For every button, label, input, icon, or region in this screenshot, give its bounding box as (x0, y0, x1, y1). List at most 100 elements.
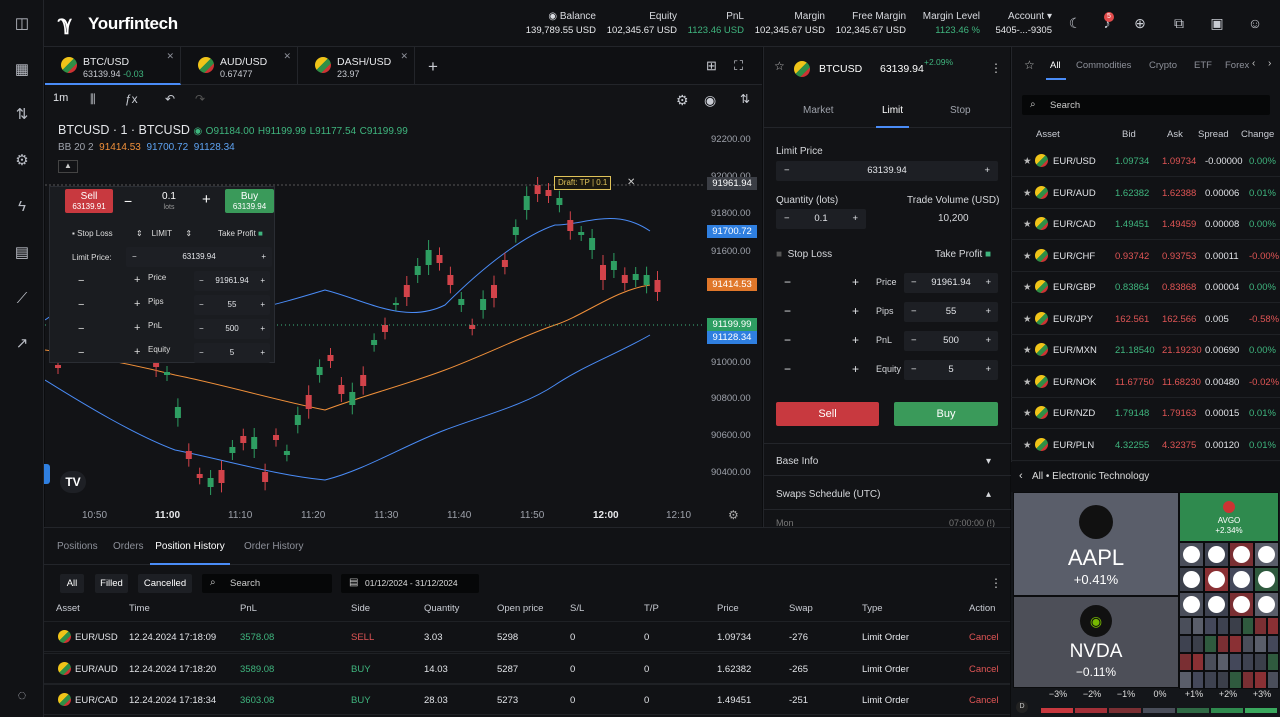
stop-loss-toggle[interactable]: ■ Stop Loss (776, 249, 832, 260)
theme-moon-icon[interactable]: ☾ (1066, 14, 1084, 32)
heat-tile[interactable] (1254, 542, 1279, 567)
user-icon[interactable]: ☺ (1246, 14, 1264, 32)
draft-tp-label[interactable]: Draft: TP | 0.1 (554, 176, 612, 190)
take-profit-toggle[interactable]: Take Profit ■ (935, 249, 991, 260)
sort-icon[interactable]: ⇅ (740, 92, 750, 106)
favorite-star-icon[interactable]: ☆ (774, 59, 785, 73)
col-change[interactable]: Change (1241, 129, 1274, 140)
tab-market[interactable]: Market (803, 105, 834, 116)
sl-increase-button[interactable]: + (134, 274, 140, 286)
candles-icon[interactable]: ⫼ (90, 92, 96, 107)
star-icon[interactable]: ★ (1023, 345, 1032, 356)
history-row[interactable]: EUR/AUD 12.24.2024 17:18:20 3589.08 BUY 14.0… (44, 652, 1010, 684)
tp-row-input[interactable]: −5 + (904, 360, 998, 380)
close-icon[interactable]: ✕ (400, 51, 408, 62)
watchlist-row[interactable]: ★ EUR/NOK 11.67750 11.68230 0.00480 -0.02% (1011, 367, 1280, 398)
sl-decrease-button[interactable]: − (78, 323, 84, 335)
heat-tile-small[interactable] (1266, 635, 1279, 653)
watchlist-row[interactable]: ★ EUR/NZD 1.79148 1.79163 0.00015 0.01% (1011, 398, 1280, 429)
quantity-input[interactable]: −0.1 + (776, 209, 866, 229)
star-icon[interactable]: ★ (1023, 156, 1032, 167)
flash-icon[interactable]: ϟ (11, 196, 33, 218)
heat-tile-small[interactable] (1179, 635, 1192, 653)
star-icon[interactable]: ★ (1023, 377, 1032, 388)
limit-price-input[interactable]: −63139.94 + (776, 161, 998, 181)
heat-tile[interactable] (1229, 592, 1254, 617)
heat-tile-small[interactable] (1254, 671, 1267, 689)
heat-tile-small[interactable] (1204, 653, 1217, 671)
account-selector[interactable]: Account ▾ 5405-...-9305 (988, 11, 1052, 36)
heat-tile-small[interactable] (1241, 653, 1254, 671)
heat-tile[interactable] (1179, 592, 1204, 617)
redo-icon[interactable]: ↷ (195, 92, 205, 106)
tp-row-input[interactable]: −55 + (904, 302, 998, 322)
tab-aud-usd[interactable]: AUD/USD 0.67477 ✕ (182, 47, 298, 85)
indicators-icon[interactable]: ƒx (125, 92, 138, 106)
cancel-button[interactable]: Cancel (969, 664, 999, 675)
star-icon[interactable]: ★ (1023, 408, 1032, 419)
heat-tile-small[interactable] (1266, 671, 1279, 689)
heat-tile-small[interactable] (1241, 617, 1254, 635)
tp-row-input[interactable]: −500 + (194, 319, 270, 339)
heat-tile-small[interactable] (1191, 653, 1204, 671)
filter-all[interactable]: All (60, 574, 84, 593)
take-profit-toggle[interactable]: Take Profit ■ (218, 229, 263, 238)
fullscreen-icon[interactable]: ⛶ (734, 58, 743, 74)
sl-increase-button[interactable]: + (852, 362, 859, 376)
col-header[interactable]: Price (717, 603, 739, 614)
tp-row-input[interactable]: −500 + (904, 331, 998, 351)
heat-tile[interactable] (1179, 542, 1204, 567)
col-header[interactable]: Asset (56, 603, 80, 614)
chart-settings-icon[interactable]: ⚙ (728, 508, 739, 522)
camera-icon[interactable]: ◉ (704, 92, 716, 109)
tab-etf[interactable]: ETF (1194, 60, 1212, 71)
sl-increase-button[interactable]: + (852, 275, 859, 289)
col-header[interactable]: PnL (240, 603, 257, 614)
more-menu-icon[interactable]: ⋮ (990, 61, 1002, 75)
star-icon[interactable]: ★ (1023, 219, 1032, 230)
col-header[interactable]: T/P (644, 603, 659, 614)
watchlist-row[interactable]: ★ EUR/AUD 1.62382 1.62388 0.00006 0.01% (1011, 178, 1280, 209)
tabs-next-icon[interactable]: › (1268, 58, 1271, 69)
tp-row-input[interactable]: −55 + (194, 295, 270, 315)
buy-button[interactable]: Buy 63139.94 (225, 189, 274, 213)
layout-icon[interactable]: ⊞ (706, 58, 717, 74)
heat-tile[interactable] (1229, 567, 1254, 592)
back-icon[interactable]: ‹ (1019, 470, 1023, 482)
heat-tile-small[interactable] (1229, 671, 1242, 689)
heat-tile[interactable] (1204, 567, 1229, 592)
tab-limit[interactable]: Limit (876, 94, 909, 128)
watchlist-row[interactable]: ★ EUR/USD 1.09734 1.09734 -0.00000 0.00% (1011, 146, 1280, 177)
heat-tile[interactable] (1229, 542, 1254, 567)
watchlist-row[interactable]: ★ EUR/CHF 0.93742 0.93753 0.00011 -0.00% (1011, 241, 1280, 272)
watchlist-row[interactable]: ★ EUR/PLN 4.32255 4.32375 0.00120 0.01% (1011, 430, 1280, 461)
history-search-input[interactable]: ⌕ Search (202, 574, 332, 593)
interval-selector[interactable]: 1m (53, 92, 68, 104)
sell-button[interactable]: Sell (776, 402, 879, 426)
star-icon[interactable]: ★ (1023, 440, 1032, 451)
tab-all[interactable]: All (1050, 60, 1061, 71)
heat-tile-small[interactable] (1254, 617, 1267, 635)
qty-value[interactable]: 0.1 (158, 191, 180, 202)
filter-cancelled[interactable]: Cancelled (138, 574, 192, 593)
col-header[interactable]: Open price (497, 603, 543, 614)
tabs-prev-icon[interactable]: ‹ (1252, 58, 1255, 69)
wallet-icon[interactable]: ▣ (1208, 14, 1226, 32)
close-draft-icon[interactable]: ✕ (627, 177, 635, 188)
heat-tile-nvda[interactable]: ◉ NVDA −0.11% (1013, 596, 1179, 688)
globe-icon[interactable]: ⊕ (1131, 14, 1149, 32)
heat-tile-small[interactable] (1216, 671, 1229, 689)
heat-tile[interactable] (1254, 592, 1279, 617)
calendar-icon[interactable]: ▤ (11, 242, 33, 264)
chart-line-icon[interactable]: ⟋ (11, 288, 33, 310)
add-tab-button[interactable]: + (428, 57, 438, 77)
heat-tile[interactable] (1204, 542, 1229, 567)
watchlist-search-input[interactable]: ⌕ Search (1022, 95, 1270, 115)
base-info-section[interactable]: Base Info ▾ (764, 443, 1011, 476)
cancel-button[interactable]: Cancel (969, 695, 999, 706)
heat-tile-small[interactable] (1229, 653, 1242, 671)
heat-tile[interactable] (1254, 567, 1279, 592)
side-handle[interactable] (44, 464, 50, 484)
heat-tile-aapl[interactable]: AAPL +0.41% (1013, 492, 1179, 596)
date-range-picker[interactable]: ▤ 01/12/2024 - 31/12/2024 (341, 574, 479, 593)
